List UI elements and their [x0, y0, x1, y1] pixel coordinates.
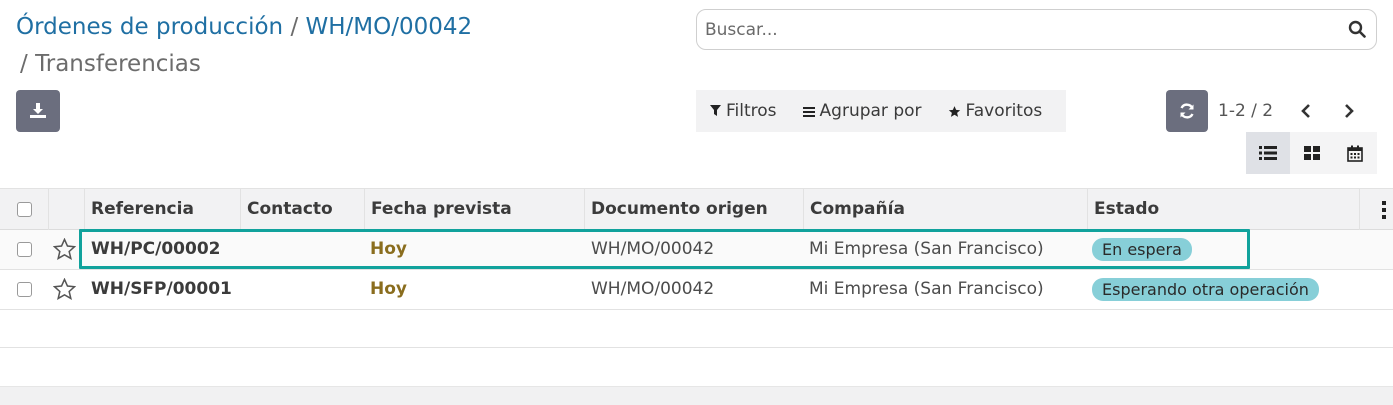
filters-label: Filtros	[726, 101, 777, 121]
cell-scheduled: Hoy	[370, 279, 407, 299]
search-icon[interactable]	[1348, 20, 1366, 38]
filters-toggle[interactable]: Filtros	[710, 101, 777, 121]
cell-origin: WH/MO/00042	[591, 239, 715, 259]
transfers-table: Referencia Contacto Fecha prevista Docum…	[0, 188, 1393, 348]
star-icon[interactable]	[53, 238, 76, 260]
cell-state: En espera	[1092, 230, 1192, 269]
download-icon	[30, 103, 46, 118]
favorites-label: Favoritos	[965, 101, 1043, 121]
table-row[interactable]: WH/SFP/00001 Hoy WH/MO/00042 Mi Empresa …	[0, 270, 1393, 310]
calendar-view-button[interactable]	[1333, 132, 1378, 174]
column-header-scheduled[interactable]: Fecha prevista	[365, 189, 585, 230]
table-header: Referencia Contacto Fecha prevista Docum…	[0, 188, 1393, 230]
group-by-label: Agrupar por	[819, 101, 922, 121]
kanban-view-icon	[1303, 146, 1320, 160]
breadcrumb: Órdenes de producción / WH/MO/00042	[16, 12, 472, 42]
cell-scheduled: Hoy	[370, 239, 407, 259]
group-by-icon	[802, 106, 815, 117]
group-by-toggle[interactable]: Agrupar por	[802, 101, 922, 121]
cell-company: Mi Empresa (San Francisco)	[809, 239, 1044, 259]
cell-state: Esperando otra operación	[1092, 270, 1319, 309]
calendar-view-icon	[1347, 145, 1363, 162]
favorite-column-header	[49, 189, 85, 230]
cell-company: Mi Empresa (San Francisco)	[809, 279, 1044, 299]
cell-reference: WH/SFP/00001	[91, 279, 232, 299]
star-icon[interactable]	[53, 278, 76, 300]
favorites-toggle[interactable]: Favoritos	[948, 101, 1043, 121]
column-header-state[interactable]: Estado	[1088, 189, 1360, 230]
pager-next-button[interactable]	[1339, 100, 1359, 122]
row-checkbox[interactable]	[17, 242, 32, 257]
column-header-reference[interactable]: Referencia	[85, 189, 241, 230]
breadcrumb-parent[interactable]: Órdenes de producción	[16, 14, 283, 40]
pager-value[interactable]: 1-2 / 2	[1218, 98, 1273, 124]
pager-previous-button[interactable]	[1296, 100, 1316, 122]
row-checkbox[interactable]	[17, 282, 32, 297]
table-row[interactable]: WH/PC/00002 Hoy WH/MO/00042 Mi Empresa (…	[0, 230, 1393, 270]
column-header-contact[interactable]: Contacto	[241, 189, 365, 230]
status-badge: En espera	[1092, 238, 1192, 261]
breadcrumb-current: Transferencias	[35, 51, 201, 77]
select-all-checkbox[interactable]	[17, 202, 32, 217]
column-header-company[interactable]: Compañía	[804, 189, 1088, 230]
column-header-origin[interactable]: Documento origen	[585, 189, 804, 230]
horizontal-scrollbar[interactable]	[0, 386, 1393, 405]
list-view-icon	[1258, 146, 1277, 160]
refresh-icon	[1180, 103, 1194, 119]
select-all-cell	[0, 189, 49, 230]
refresh-button[interactable]	[1166, 90, 1208, 132]
search-box	[696, 9, 1377, 50]
kanban-view-button[interactable]	[1289, 132, 1334, 174]
breadcrumb-record[interactable]: WH/MO/00042	[306, 14, 473, 40]
column-options-cell	[1360, 189, 1393, 230]
cell-reference: WH/PC/00002	[91, 239, 221, 259]
list-view-button[interactable]	[1246, 132, 1290, 174]
search-input[interactable]	[705, 10, 1335, 49]
download-button[interactable]	[16, 90, 60, 132]
favorites-star-icon	[948, 105, 960, 117]
filter-icon	[710, 105, 721, 116]
breadcrumb-separator: /	[20, 51, 28, 77]
search-options-bar: Filtros Agrupar por Favoritos	[696, 90, 1066, 132]
cell-origin: WH/MO/00042	[591, 279, 715, 299]
breadcrumb-separator: /	[290, 14, 299, 40]
chevron-left-icon	[1301, 104, 1310, 118]
column-options-icon[interactable]	[1382, 201, 1388, 219]
empty-row	[0, 310, 1393, 348]
chevron-right-icon	[1345, 104, 1354, 118]
view-switcher	[1246, 132, 1378, 174]
breadcrumb-current-wrap: / Transferencias	[20, 49, 201, 79]
status-badge: Esperando otra operación	[1092, 278, 1319, 301]
